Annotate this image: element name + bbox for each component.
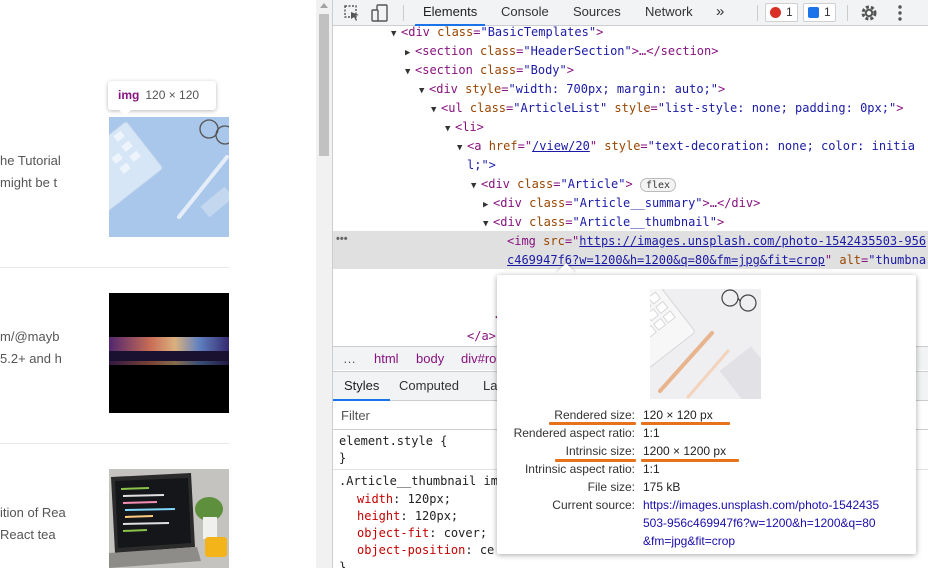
dom-node[interactable]: ▼ <section class="Body">	[405, 61, 574, 80]
article-snippet-line: might be t	[0, 175, 58, 190]
style-close-brace: }	[339, 451, 347, 465]
intrinsic-aspect-row: Intrinsic aspect ratio: 1:1	[497, 460, 916, 478]
article-snippet-line: ition of Rea	[0, 505, 66, 520]
node-actions-ellipsis[interactable]: •••	[336, 233, 348, 245]
messages-count: 1	[824, 5, 831, 19]
intrinsic-size-value: 1200 × 1200 px	[643, 444, 727, 458]
intrinsic-size-row: Intrinsic size: 1200 × 1200 px	[497, 442, 916, 460]
errors-count: 1	[786, 5, 793, 19]
css-property[interactable]: height: 120px;	[357, 508, 458, 525]
dom-node[interactable]: ▼ <div style="width: 700px; margin: auto;…	[419, 80, 725, 99]
laptop-dark-image	[109, 293, 229, 413]
article-thumbnail[interactable]	[109, 469, 229, 568]
dom-node[interactable]: ▶ <div class="Article__summary">…</div>	[483, 194, 760, 213]
dom-node[interactable]: ▶ <section class="HeaderSection">…</secti…	[405, 42, 718, 61]
dom-node-wrap: l;">	[467, 158, 496, 172]
inspect-element-icon[interactable]	[342, 3, 362, 23]
intrinsic-size-label: Intrinsic size:	[565, 444, 635, 458]
message-icon	[808, 7, 819, 18]
current-source-link[interactable]: https://images.unsplash.com/photo-154243…	[643, 496, 879, 514]
article-snippet[interactable]: ition of Rea React tea	[0, 502, 100, 546]
article-snippet-line: m/@mayb	[0, 329, 60, 344]
dom-node[interactable]: ▼ <ul class="ArticleList" style="list-sty…	[431, 99, 903, 118]
dom-node[interactable]: ▼ <li>	[445, 118, 484, 137]
intrinsic-aspect-label: Intrinsic aspect ratio:	[524, 462, 635, 476]
rendered-aspect-label: Rendered aspect ratio:	[513, 426, 635, 440]
more-options-icon[interactable]	[890, 3, 910, 23]
devtools-toolbar: Elements Console Sources Network » 1 1	[333, 0, 928, 26]
rendered-aspect-value: 1:1	[643, 426, 660, 440]
file-size-row: File size: 175 kB	[497, 478, 916, 496]
breadcrumb-item[interactable]: div#ro	[461, 347, 496, 371]
file-size-value: 175 kB	[643, 480, 681, 494]
image-preview-popover: Rendered size: 120 × 120 px Rendered asp…	[497, 275, 916, 554]
flex-badge[interactable]: flex	[639, 178, 677, 192]
current-source-row: Current source: https://images.unsplash.…	[497, 496, 916, 514]
dom-close-tag[interactable]: </a>	[467, 327, 496, 344]
dom-node[interactable]: ▼ <div class="Article"> flex	[471, 175, 677, 194]
dom-node[interactable]: ▼ <div class="Article__thumbnail">	[483, 213, 724, 232]
laptop-code-image	[109, 469, 229, 568]
article-snippet-line: he Tutorial	[0, 153, 61, 168]
breadcrumb-overflow[interactable]: …	[343, 347, 356, 371]
scrollbar-thumb[interactable]	[319, 14, 329, 156]
tab-elements[interactable]: Elements	[415, 0, 486, 26]
article-snippet[interactable]: he Tutorial might be t	[0, 150, 100, 194]
article-snippet-line: 5.2+ and h	[0, 351, 62, 366]
intrinsic-aspect-value: 1:1	[643, 462, 660, 476]
current-source-link[interactable]: 503-956c469947f6?w=1200&h=1200&q=80	[643, 514, 876, 532]
article-snippet[interactable]: m/@mayb 5.2+ and h	[0, 326, 100, 370]
toolbar-divider	[847, 5, 848, 21]
messages-badge[interactable]: 1	[803, 3, 836, 22]
device-toolbar-icon[interactable]	[370, 3, 390, 23]
current-source-row-cont: 503-956c469947f6?w=1200&h=1200&q=80	[497, 514, 916, 532]
breadcrumb-item[interactable]: body	[416, 347, 444, 371]
filter-placeholder: Filter	[341, 408, 370, 423]
error-icon	[770, 7, 781, 18]
tab-console[interactable]: Console	[501, 0, 549, 26]
css-property[interactable]: object-position: ce	[357, 542, 494, 559]
css-property[interactable]: width: 120px;	[357, 491, 451, 508]
article-divider	[0, 443, 229, 444]
tab-sources[interactable]: Sources	[573, 0, 621, 26]
toolbar-divider	[757, 5, 758, 21]
style-close-brace: }	[339, 560, 347, 568]
tab-network[interactable]: Network	[645, 0, 693, 26]
tooltip-arrow	[118, 109, 132, 116]
article-snippet-line: React tea	[0, 527, 56, 542]
file-size-label: File size:	[587, 480, 635, 494]
dom-node[interactable]: ▼ <div class="BasicTemplates">	[391, 26, 603, 42]
errors-badge[interactable]: 1	[765, 3, 798, 22]
css-property[interactable]: object-fit: cover;	[357, 525, 487, 542]
element-style-selector[interactable]: element.style {	[339, 433, 447, 450]
tab-styles[interactable]: Styles	[333, 372, 391, 401]
tab-layout[interactable]: La	[483, 372, 497, 401]
element-tooltip: img 120 × 120	[108, 81, 216, 110]
tooltip-tag: img	[118, 88, 140, 102]
popover-arrow-join	[550, 275, 586, 285]
current-source-row-cont: &fm=jpg&fit=crop	[497, 532, 916, 550]
settings-gear-icon[interactable]	[859, 3, 879, 23]
image-preview	[650, 289, 761, 399]
breadcrumb-item[interactable]: html	[374, 347, 399, 371]
scroll-up-arrow-icon[interactable]	[320, 3, 328, 8]
current-source-label: Current source:	[552, 498, 635, 512]
keyboard-desk-image	[109, 117, 229, 237]
article-thumbnail[interactable]	[109, 117, 229, 237]
rendered-aspect-row: Rendered aspect ratio: 1:1	[497, 424, 916, 442]
toolbar-divider	[403, 5, 404, 21]
more-tabs-icon[interactable]: »	[716, 0, 724, 26]
dom-node-img[interactable]: <img src="https://images.unsplash.com/ph…	[507, 232, 926, 251]
rule-selector[interactable]: .Article__thumbnail im	[339, 473, 498, 490]
current-source-link[interactable]: &fm=jpg&fit=crop	[643, 532, 735, 550]
tooltip-size: 120 × 120	[145, 88, 200, 102]
web-page: he Tutorial might be t m/@mayb 5.2+ and …	[0, 0, 316, 568]
article-divider	[0, 267, 229, 268]
dom-node[interactable]: ▼ <a href="/view/20" style="text-decorati…	[457, 137, 915, 156]
article-thumbnail[interactable]	[109, 293, 229, 413]
preview-image	[650, 289, 761, 399]
page-scrollbar[interactable]	[316, 0, 332, 568]
tab-computed[interactable]: Computed	[399, 372, 459, 401]
